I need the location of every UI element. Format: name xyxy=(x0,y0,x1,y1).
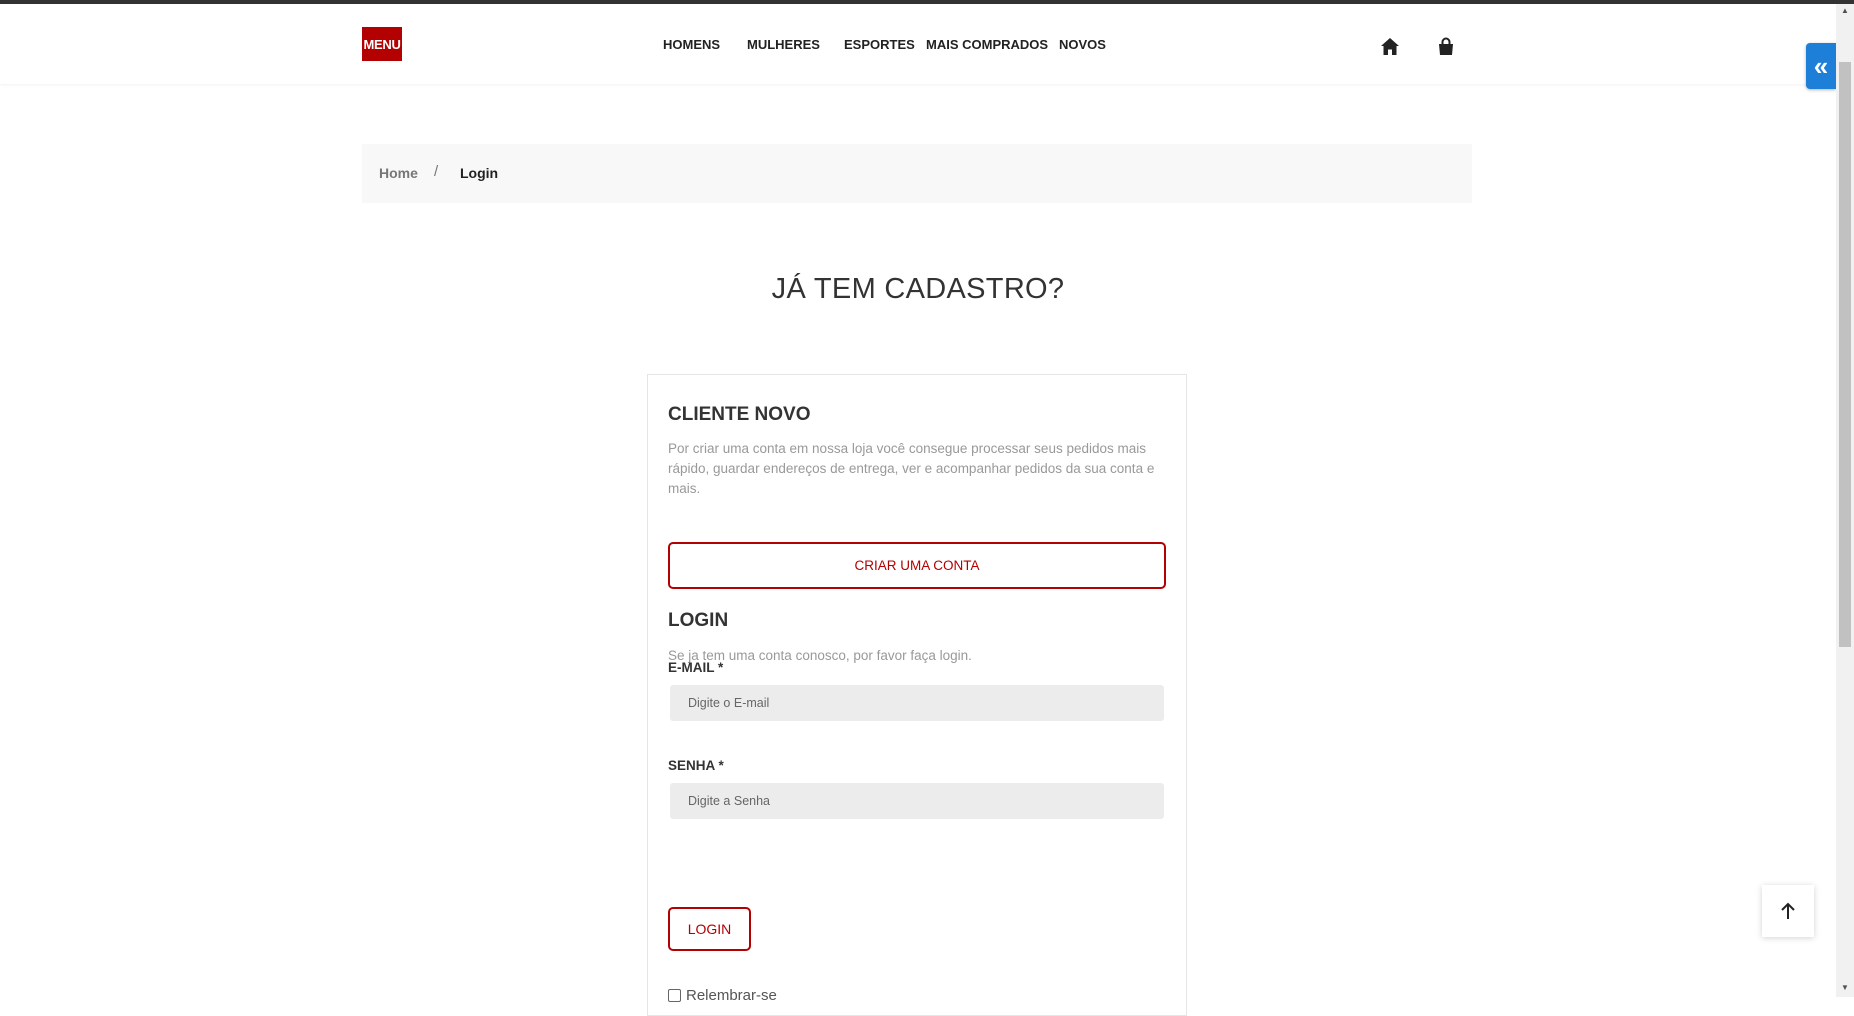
side-panel-toggle-button[interactable]: « xyxy=(1806,43,1836,89)
nav-item-esportes[interactable]: ESPORTES xyxy=(844,37,915,52)
breadcrumb-separator: / xyxy=(434,163,439,180)
site-header: MENU HOMENS MULHERES ESPORTES MAIS COMPR… xyxy=(0,4,1836,84)
remember-me: Relembrar-se xyxy=(668,987,777,1004)
home-icon[interactable] xyxy=(1379,36,1401,58)
login-title: LOGIN xyxy=(668,610,729,631)
nav-item-mais-comprados[interactable]: MAIS COMPRADOS xyxy=(926,37,1048,52)
shopping-bag-icon[interactable] xyxy=(1435,36,1457,58)
email-field[interactable]: Digite o E-mail xyxy=(670,685,1164,721)
remember-me-label[interactable]: Relembrar-se xyxy=(686,987,777,1004)
email-label: E-MAIL * xyxy=(668,660,724,675)
nav-item-homens[interactable]: HOMENS xyxy=(663,37,720,52)
breadcrumb-current: Login xyxy=(460,165,499,181)
menu-button[interactable]: MENU xyxy=(362,27,402,61)
login-button[interactable]: LOGIN xyxy=(668,907,751,951)
arrow-up-icon xyxy=(1781,902,1795,919)
nav-item-novos[interactable]: NOVOS xyxy=(1059,37,1106,52)
scrollbar-thumb[interactable] xyxy=(1839,62,1851,647)
login-description: Se ja tem uma conta conosco, por favor f… xyxy=(668,648,972,663)
scroll-up-arrow-icon[interactable]: ▲ xyxy=(1840,6,1850,15)
double-chevron-left-icon: « xyxy=(1813,50,1829,81)
new-customer-title: CLIENTE NOVO xyxy=(668,404,811,425)
new-customer-description: Por criar uma conta em nossa loja você c… xyxy=(668,441,1155,496)
create-account-button[interactable]: CRIAR UMA CONTA xyxy=(668,542,1166,589)
breadcrumb: Home / Login xyxy=(362,144,1472,203)
scroll-down-arrow-icon[interactable]: ▼ xyxy=(1840,983,1850,992)
nav-item-mulheres[interactable]: MULHERES xyxy=(747,37,820,52)
login-card: CLIENTE NOVO Por criar uma conta em noss… xyxy=(647,374,1187,1016)
remember-me-checkbox[interactable] xyxy=(668,989,681,1002)
breadcrumb-home-link[interactable]: Home xyxy=(379,165,418,181)
page-title: JÁ TEM CADASTRO? xyxy=(771,273,1065,305)
password-label: SENHA * xyxy=(668,758,724,773)
back-to-top-button[interactable] xyxy=(1762,885,1814,937)
password-field[interactable]: Digite a Senha xyxy=(670,783,1164,819)
